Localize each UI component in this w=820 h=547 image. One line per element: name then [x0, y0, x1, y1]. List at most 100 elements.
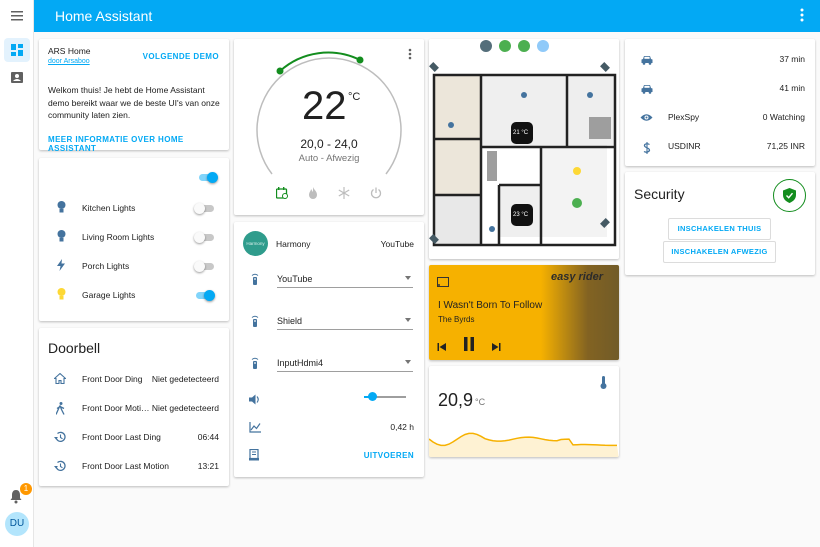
target-range: 20,0 - 24,0	[300, 137, 358, 151]
thermometer-icon-wrap	[600, 376, 607, 394]
light-toggle[interactable]	[194, 261, 214, 272]
more-options-button[interactable]	[800, 8, 804, 27]
sidebar-item-map[interactable]	[4, 66, 30, 90]
skip-next-icon	[492, 343, 501, 351]
arm-home-button[interactable]: INSCHAKELEN THUIS	[668, 218, 771, 240]
dollar-icon	[640, 142, 653, 154]
doorbell-label: Front Door Last Motion	[82, 461, 169, 471]
lights-card: Kitchen Lights Living Room Lights Porch Li…	[39, 158, 229, 321]
next-track-button[interactable]	[491, 339, 501, 357]
status-value: 71,25 INR	[766, 141, 805, 151]
bulb-icon	[55, 201, 67, 213]
doorbell-value: 13:21	[197, 461, 219, 471]
cast-icon	[437, 277, 449, 287]
doorbell-label: Front Door Ding	[82, 374, 143, 384]
floorplan-temp-2: 23 °C	[513, 212, 529, 218]
current-temperature: 22	[302, 84, 347, 128]
harmony-activity: YouTube	[380, 239, 414, 249]
light-toggle[interactable]	[194, 232, 214, 243]
media-title: I Wasn't Born To Follow	[438, 300, 543, 311]
eye-icon	[640, 113, 653, 122]
harmony-select-value: YouTube	[277, 274, 313, 284]
status-value: 41 min	[779, 83, 805, 93]
mode-auto-button[interactable]	[275, 186, 288, 204]
mode-off-button[interactable]	[370, 186, 382, 204]
app-title: Home Assistant	[55, 8, 153, 24]
status-value: 37 min	[779, 54, 805, 64]
album-art-title: easy rider	[551, 271, 603, 283]
volume-icon	[249, 394, 259, 405]
sidebar-item-overview[interactable]	[4, 38, 30, 62]
status-card: 37 min 41 min PlexSpy 0 Watching USDINR 71,25…	[625, 39, 815, 166]
menu-button[interactable]	[0, 0, 34, 32]
notifications-button[interactable]: 1	[9, 483, 32, 505]
harmony-select[interactable]: YouTube	[277, 270, 413, 288]
remote-icon	[251, 356, 259, 374]
fire-icon	[309, 187, 317, 199]
floorplan-temp-1: 21 °C	[513, 130, 529, 136]
temperature-sensor-card[interactable]: 20,9 °C	[429, 366, 619, 457]
harmony-select-value: InputHdmi4	[277, 358, 324, 368]
more-info-button[interactable]: MEER INFORMATIE OVER HOME ASSISTANT	[48, 135, 229, 153]
security-card: Security INSCHAKELEN THUIS INSCHAKELEN A…	[625, 172, 815, 275]
harmony-select[interactable]: Shield	[277, 312, 413, 330]
remote-icon	[251, 314, 259, 332]
history-icon	[54, 460, 66, 472]
home-icon	[54, 373, 66, 384]
chart-line-icon-wrap	[249, 420, 261, 438]
shield-check-icon	[783, 188, 796, 203]
snowflake-icon	[338, 187, 350, 199]
doorbell-value: Niet gedetecteerd	[151, 403, 219, 413]
bulb-icon	[55, 288, 67, 300]
dashboard-icon	[11, 44, 23, 56]
media-artist: The Byrds	[438, 315, 475, 324]
doorbell-card: Doorbell Front Door Ding Niet gedetecteer…	[39, 328, 229, 486]
temperature-unit: °C	[348, 91, 361, 103]
doorbell-value: 06:44	[197, 432, 219, 442]
previous-track-button[interactable]	[437, 339, 447, 357]
dots-vertical-icon	[800, 8, 804, 22]
history-icon	[54, 431, 66, 443]
doorbell-value: Niet gedetecteerd	[151, 374, 219, 384]
light-label: Kitchen Lights	[82, 203, 136, 213]
user-avatar[interactable]: DU	[5, 512, 29, 536]
album-art: easy rider	[541, 265, 619, 360]
volume-slider[interactable]	[364, 392, 406, 402]
author-link[interactable]: door Arsaboo	[48, 58, 90, 65]
execute-button[interactable]: UITVOEREN	[364, 451, 414, 460]
calendar-clock-icon	[275, 187, 288, 199]
mode-cool-button[interactable]	[338, 186, 350, 204]
lights-master-toggle[interactable]	[197, 172, 218, 183]
welcome-card: ARS Home door Arsaboo VOLGENDE DEMO Welk…	[39, 39, 229, 153]
home-name: ARS Home	[48, 46, 91, 56]
next-demo-button[interactable]: VOLGENDE DEMO	[143, 52, 219, 61]
pause-icon	[464, 337, 474, 351]
doorbell-label: Front Door Last Ding	[82, 432, 161, 442]
cast-icon-wrap[interactable]	[437, 274, 449, 292]
flash-icon	[55, 259, 67, 271]
light-toggle[interactable]	[194, 290, 215, 301]
status-label: PlexSpy	[668, 112, 700, 122]
arm-away-button[interactable]: INSCHAKELEN AFWEZIG	[663, 241, 776, 263]
sensor-value: 20,9	[438, 390, 474, 410]
harmony-card: Harmony Harmony YouTube YouTube Shield Inp…	[234, 222, 424, 477]
remote-icon	[251, 272, 259, 290]
floorplan-card[interactable]: 21 °C 23 °C	[429, 39, 619, 259]
harmony-select[interactable]: InputHdmi4	[277, 354, 413, 372]
status-value: 0 Watching	[762, 112, 805, 122]
hvac-mode-text: Auto - Afwezig	[298, 153, 360, 164]
notification-count-badge: 1	[20, 483, 32, 495]
menu-icon	[11, 11, 23, 21]
doorbell-label: Front Door Moti…	[82, 403, 150, 413]
volume-icon-wrap	[249, 392, 261, 410]
status-label: USDINR	[668, 141, 701, 151]
floorplan-image[interactable]	[429, 39, 619, 259]
light-label: Porch Lights	[82, 261, 130, 271]
car-icon	[640, 84, 653, 94]
light-label: Garage Lights	[82, 290, 136, 300]
pause-button[interactable]	[463, 337, 475, 356]
harmony-select-value: Shield	[277, 316, 303, 326]
account-box-icon	[11, 72, 23, 83]
light-toggle[interactable]	[194, 203, 214, 214]
mode-heat-button[interactable]	[308, 186, 318, 204]
